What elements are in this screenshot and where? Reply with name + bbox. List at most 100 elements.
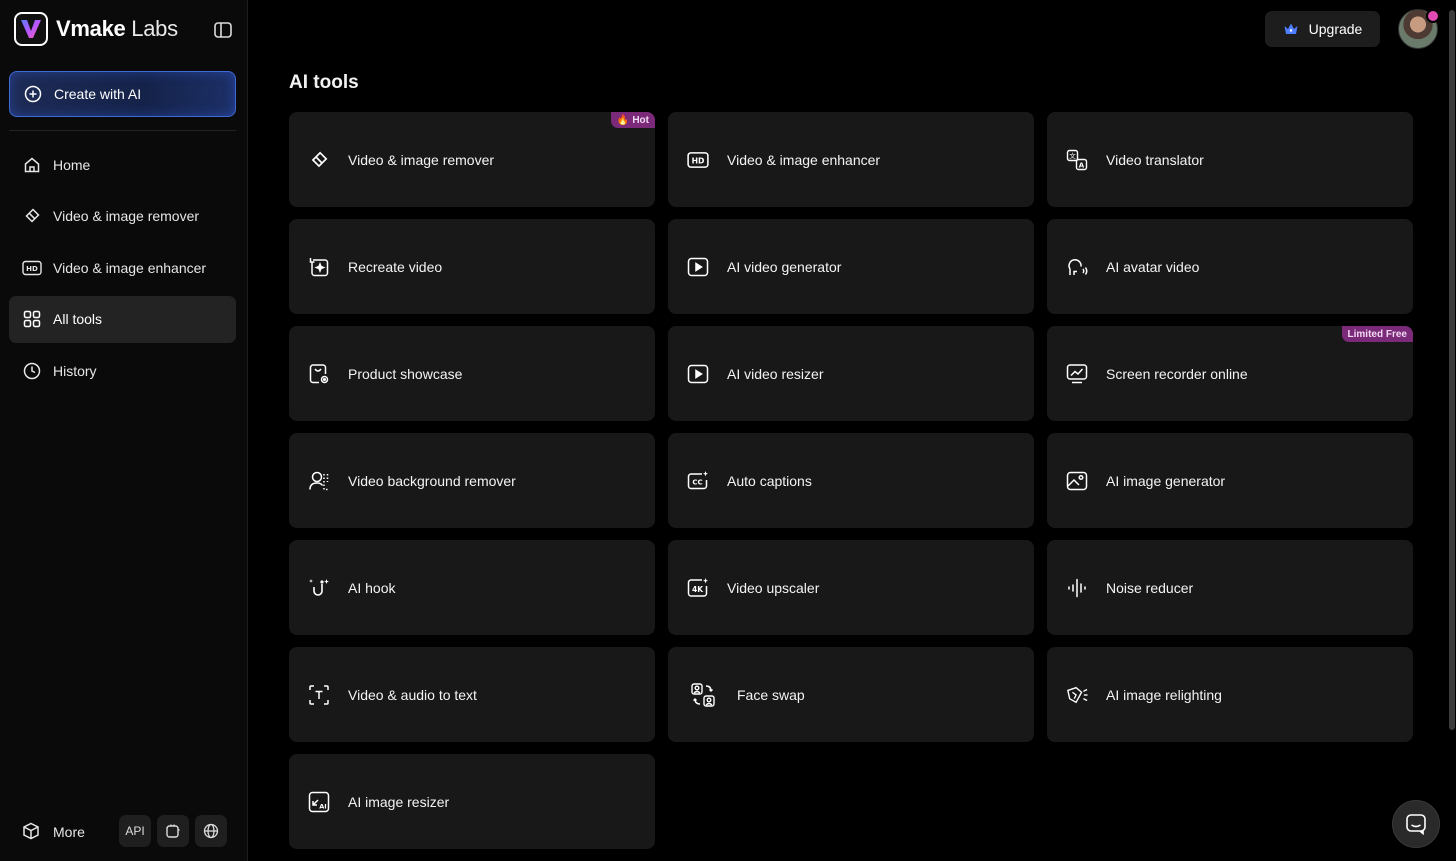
tool-card-video-audio-to-text[interactable]: Video & audio to text — [289, 647, 655, 742]
person-bg-icon — [308, 470, 330, 492]
language-button[interactable] — [195, 815, 227, 847]
text-scan-icon — [308, 684, 330, 706]
sidebar-footer: More API — [22, 815, 232, 849]
tool-card-product-showcase[interactable]: Product showcase — [289, 326, 655, 421]
tool-card-video-translator[interactable]: 文A Video translator — [1047, 112, 1413, 207]
eraser-icon — [22, 206, 42, 226]
create-with-ai-label: Create with AI — [54, 86, 142, 102]
flame-icon: 🔥 — [616, 114, 630, 126]
tool-label: AI image generator — [1106, 472, 1226, 489]
footer-buttons: API — [119, 815, 227, 847]
sidebar-nav: Home Video & image remover HD Video & im… — [9, 141, 236, 399]
sidebar: Vmake Labs Create with AI Home Video & i… — [0, 0, 248, 861]
grid-icon — [22, 309, 42, 329]
waveform-icon — [1066, 577, 1088, 599]
crown-icon — [1283, 21, 1299, 37]
chat-icon — [1405, 813, 1427, 835]
tool-card-auto-captions[interactable]: CC Auto captions — [668, 433, 1034, 528]
sidebar-item-remover[interactable]: Video & image remover — [9, 193, 236, 240]
api-button[interactable]: API — [119, 815, 151, 847]
create-with-ai-button[interactable]: Create with AI — [9, 71, 236, 117]
sidebar-toggle-icon[interactable] — [212, 19, 234, 41]
page-title: AI tools — [289, 72, 359, 93]
cube-icon — [22, 822, 42, 842]
translate-icon: 文A — [1066, 149, 1088, 171]
face-swap-icon — [687, 682, 719, 707]
sidebar-item-label: Video & image enhancer — [53, 259, 207, 276]
avatar-badge-icon — [1426, 9, 1440, 23]
upgrade-button[interactable]: Upgrade — [1265, 11, 1380, 47]
tool-label: AI hook — [348, 579, 396, 596]
sidebar-item-label: History — [53, 362, 97, 379]
4k-icon: 4K — [687, 577, 709, 599]
tool-card-recreate-video[interactable]: Recreate video — [289, 219, 655, 314]
ai-resize-icon: AI — [308, 791, 330, 813]
tool-card-ai-hook[interactable]: AI hook — [289, 540, 655, 635]
tool-label: Video & image remover — [348, 151, 495, 168]
recreate-icon — [308, 256, 330, 278]
eraser-icon — [308, 149, 330, 171]
tool-card-ai-video-generator[interactable]: AI video generator — [668, 219, 1034, 314]
tool-label: AI video resizer — [727, 365, 824, 382]
svg-text:A: A — [1079, 161, 1085, 169]
svg-text:4K: 4K — [692, 585, 704, 594]
globe-icon — [203, 823, 219, 839]
tool-card-face-swap[interactable]: Face swap — [668, 647, 1034, 742]
clock-icon — [22, 361, 42, 381]
sidebar-item-history[interactable]: History — [9, 347, 236, 394]
tool-card-ai-image-resizer[interactable]: AI AI image resizer — [289, 754, 655, 849]
svg-text:HD: HD — [692, 156, 705, 165]
play-square-icon — [687, 363, 709, 385]
relight-icon — [1066, 684, 1088, 706]
tool-label: AI image resizer — [348, 793, 450, 810]
tool-card-screen-recorder[interactable]: Screen recorder online Limited Free — [1047, 326, 1413, 421]
tool-label: AI image relighting — [1106, 686, 1222, 703]
tool-card-video-background-remover[interactable]: Video background remover — [289, 433, 655, 528]
app-root: Vmake Labs Create with AI Home Video & i… — [0, 0, 1456, 861]
support-chat-button[interactable] — [1392, 800, 1440, 848]
avatar-voice-icon — [1066, 256, 1088, 278]
badge-label: Hot — [632, 114, 649, 126]
sidebar-item-home[interactable]: Home — [9, 141, 236, 188]
tool-card-ai-image-relighting[interactable]: AI image relighting — [1047, 647, 1413, 742]
hook-icon — [308, 577, 330, 599]
tool-card-ai-image-generator[interactable]: AI image generator — [1047, 433, 1413, 528]
tool-card-video-image-enhancer[interactable]: HD Video & image enhancer — [668, 112, 1034, 207]
tool-label: Video & audio to text — [348, 686, 477, 703]
cc-icon: CC — [687, 470, 709, 492]
tool-label: Noise reducer — [1106, 579, 1194, 596]
brand-name-suffix: Labs — [131, 16, 178, 41]
sidebar-item-label: All tools — [53, 311, 103, 327]
bag-icon — [308, 363, 330, 385]
tool-label: Recreate video — [348, 258, 443, 275]
tool-label: AI avatar video — [1106, 258, 1200, 275]
scrollbar[interactable] — [1449, 10, 1455, 730]
limited-free-badge: Limited Free — [1341, 326, 1413, 342]
hd-icon: HD — [22, 258, 42, 278]
svg-text:HD: HD — [26, 265, 38, 273]
more-button[interactable]: More — [22, 822, 85, 842]
hot-badge: 🔥 Hot — [610, 112, 655, 128]
tool-label: Video translator — [1106, 151, 1204, 168]
home-icon — [22, 155, 42, 175]
sidebar-item-enhancer[interactable]: HD Video & image enhancer — [9, 244, 236, 291]
tool-card-ai-avatar-video[interactable]: AI avatar video — [1047, 219, 1413, 314]
tool-card-noise-reducer[interactable]: Noise reducer — [1047, 540, 1413, 635]
play-square-icon — [687, 256, 709, 278]
plus-circle-icon — [24, 85, 42, 103]
tool-label: Screen recorder online — [1106, 365, 1248, 382]
plugin-button[interactable] — [157, 815, 189, 847]
sidebar-item-all-tools[interactable]: All tools — [9, 295, 236, 343]
image-icon — [1066, 470, 1088, 492]
tool-card-video-upscaler[interactable]: 4K Video upscaler — [668, 540, 1034, 635]
tools-grid: Video & image remover 🔥 Hot HD Video & im… — [289, 112, 1413, 849]
tool-card-ai-video-resizer[interactable]: AI video resizer — [668, 326, 1034, 421]
brand[interactable]: Vmake Labs — [14, 11, 234, 47]
tool-card-video-image-remover[interactable]: Video & image remover 🔥 Hot — [289, 112, 655, 207]
tool-label: Video upscaler — [727, 579, 820, 596]
hd-icon: HD — [687, 149, 709, 171]
brand-name: Vmake Labs — [56, 16, 178, 42]
tool-label: Face swap — [737, 686, 805, 703]
svg-text:文: 文 — [1069, 151, 1076, 160]
vmake-logo-icon — [14, 12, 48, 46]
